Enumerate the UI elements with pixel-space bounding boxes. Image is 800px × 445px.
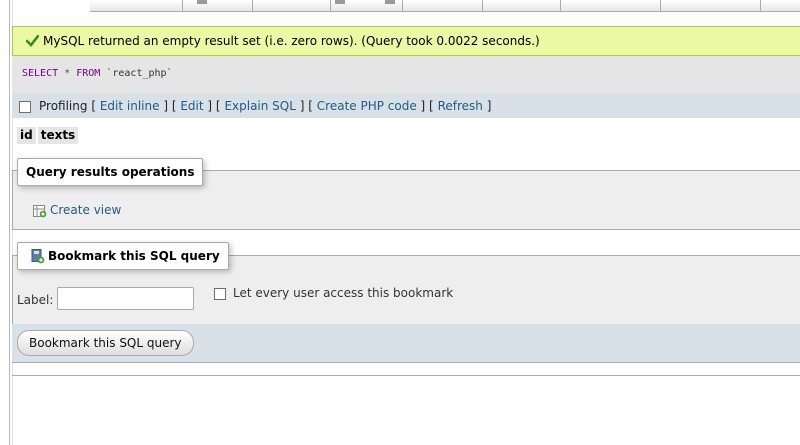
explain-sql-link[interactable]: Explain SQL xyxy=(224,99,296,113)
every-user-checkbox[interactable] xyxy=(214,288,226,300)
check-icon xyxy=(25,34,40,50)
bookmark-submit-bar: Bookmark this SQL query xyxy=(12,324,800,363)
tab[interactable] xyxy=(760,0,800,11)
bracket: ] [ xyxy=(207,99,221,113)
sql-query: SELECT * FROM `react_php` xyxy=(22,68,173,79)
query-results-operations-legend: Query results operations xyxy=(17,158,204,186)
query-toolbar: Profiling [ Edit inline ] [ Edit ] [ Exp… xyxy=(12,94,800,118)
tab[interactable] xyxy=(330,0,403,11)
tab-icon xyxy=(385,0,395,4)
tab[interactable] xyxy=(402,0,483,11)
bracket: [ xyxy=(91,99,97,113)
bracket: ] xyxy=(486,99,492,113)
bookmark-legend: Bookmark this SQL query xyxy=(17,242,229,270)
column-header-id[interactable]: id xyxy=(17,127,36,144)
bookmark-label-input[interactable] xyxy=(57,287,194,310)
bracket: ] [ xyxy=(299,99,313,113)
bottom-divider xyxy=(12,375,800,376)
tab[interactable] xyxy=(182,0,253,11)
sql-keyword-from: FROM xyxy=(76,68,101,79)
success-message: MySQL returned an empty result set (i.e.… xyxy=(12,26,800,56)
bookmark-legend-text: Bookmark this SQL query xyxy=(48,249,220,263)
profiling-checkbox[interactable] xyxy=(19,101,31,113)
bookmark-icon xyxy=(31,249,45,267)
success-text: MySQL returned an empty result set (i.e.… xyxy=(43,34,540,48)
bookmark-submit-button[interactable]: Bookmark this SQL query xyxy=(17,330,194,356)
refresh-link[interactable]: Refresh xyxy=(438,99,483,113)
results-header: id texts xyxy=(17,127,79,144)
view-icon xyxy=(33,205,47,221)
left-gutter xyxy=(0,0,10,445)
bookmark-label-text: Label: xyxy=(17,293,54,307)
tab[interactable] xyxy=(560,0,661,11)
column-header-texts[interactable]: texts xyxy=(37,127,79,144)
sql-table-name: `react_php` xyxy=(106,68,173,79)
sql-star: * xyxy=(64,68,71,79)
bracket: ] [ xyxy=(420,99,434,113)
sql-query-box: SELECT * FROM `react_php` xyxy=(12,56,800,94)
create-view-link[interactable]: Create view xyxy=(50,203,121,217)
tab[interactable] xyxy=(252,0,345,11)
edit-inline-link[interactable]: Edit inline xyxy=(100,99,160,113)
tab[interactable] xyxy=(660,0,761,11)
create-php-code-link[interactable]: Create PHP code xyxy=(317,99,417,113)
sql-keyword-select: SELECT xyxy=(22,68,59,79)
every-user-label[interactable]: Let every user access this bookmark xyxy=(233,286,453,300)
profiling-label[interactable]: Profiling xyxy=(39,99,88,113)
tab[interactable] xyxy=(482,0,561,11)
edit-link[interactable]: Edit xyxy=(180,99,203,113)
tab-icon xyxy=(197,0,207,4)
top-tab-strip xyxy=(90,0,800,12)
bracket: ] [ xyxy=(163,99,177,113)
